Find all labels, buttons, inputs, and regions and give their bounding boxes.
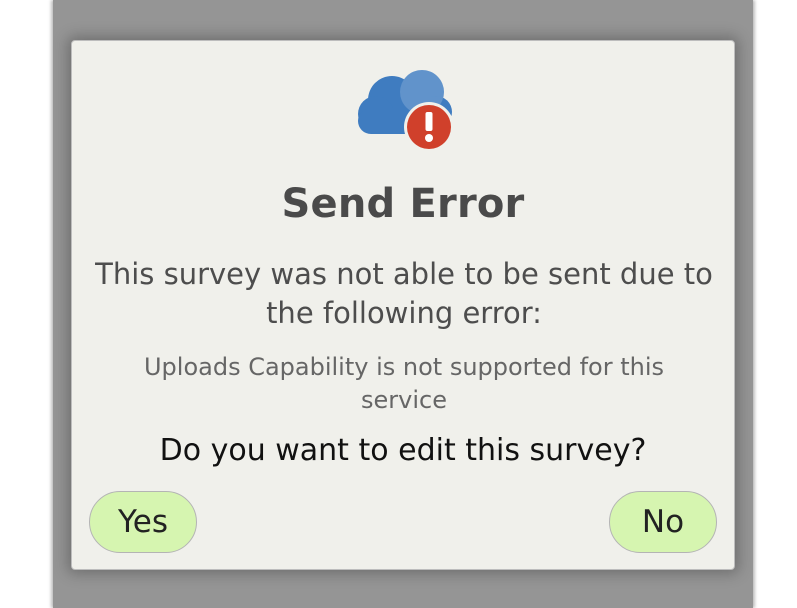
error-message: This survey was not able to be sent due …: [95, 257, 713, 330]
send-error-dialog: Send Error This survey was not able to b…: [71, 40, 735, 570]
dialog-title: Send Error: [281, 181, 525, 227]
cloud-error-icon: [358, 70, 454, 152]
error-detail: Uploads Capability is not supported for …: [143, 353, 665, 414]
no-button[interactable]: No: [609, 491, 717, 553]
yes-button[interactable]: Yes: [89, 491, 197, 553]
edit-question: Do you want to edit this survey?: [159, 433, 647, 468]
